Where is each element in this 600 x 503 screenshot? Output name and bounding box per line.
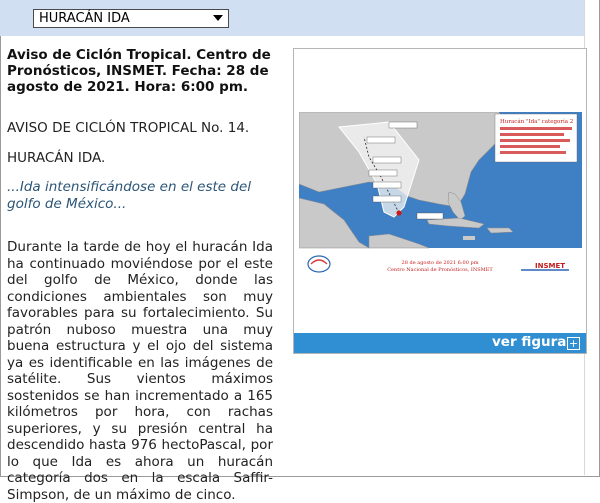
map-caption-center: Centro Nacional de Pronósticos, INSMET [387, 266, 493, 273]
chevron-down-icon[interactable] [213, 15, 223, 21]
figure-panel[interactable]: Huracán "Ida" categoría 2 28 de agosto d… [293, 48, 587, 354]
insmet-logo: INSMET [535, 262, 565, 270]
storm-select[interactable]: HURACÁN IDA [33, 9, 229, 28]
view-figure-bar[interactable]: ver figura + [294, 333, 586, 353]
notice-number: AVISO DE CICLÓN TROPICAL No. 14. [7, 120, 250, 136]
storm-name: HURACÁN IDA. [7, 150, 106, 166]
track-map-image[interactable]: Huracán "Ida" categoría 2 28 de agosto d… [299, 112, 582, 333]
map-title: Huracán "Ida" categoría 2 [500, 118, 573, 125]
body-text: Durante la tarde de hoy el huracán Ida h… [7, 239, 273, 503]
notice-heading: Aviso de Ciclón Tropical. Centro de Pron… [7, 47, 271, 95]
storm-select-value: HURACÁN IDA [39, 11, 130, 26]
map-caption-date: 28 de agosto de 2021 6:00 pm [402, 260, 479, 266]
lead-text: ...Ida intensificándose en el este del g… [7, 179, 252, 212]
top-bar: HURACÁN IDA [0, 0, 584, 36]
view-figure-link[interactable]: ver figura [492, 334, 566, 350]
plus-icon[interactable]: + [567, 337, 580, 350]
